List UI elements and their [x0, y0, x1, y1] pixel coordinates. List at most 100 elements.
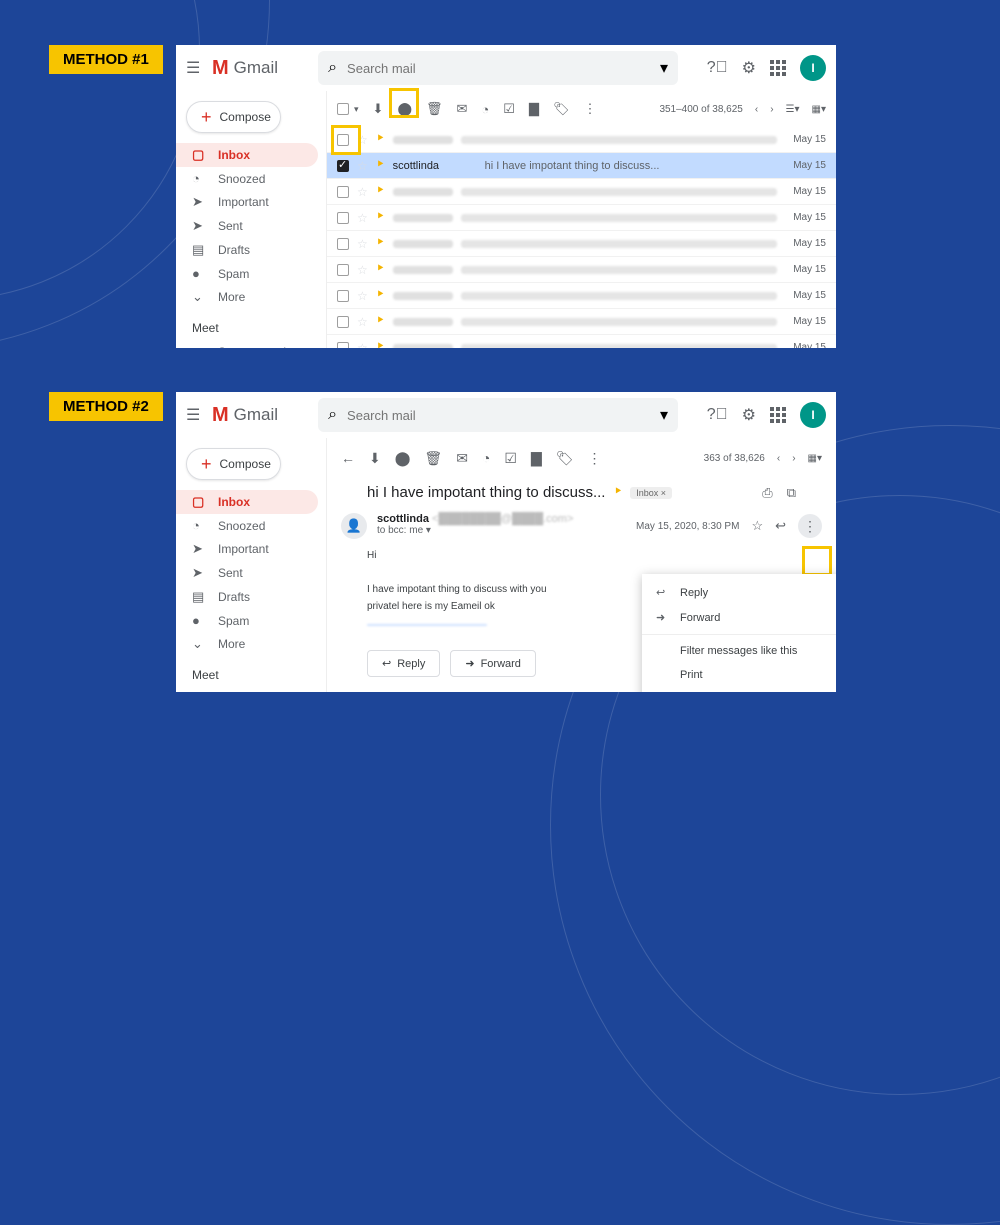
row-checkbox[interactable]: [337, 316, 349, 328]
meet-item[interactable]: ■Start a meeting: [176, 340, 318, 348]
add-task-icon[interactable]: ☑: [504, 450, 517, 467]
search-bar[interactable]: ⌕ ▾: [318, 51, 678, 85]
star-icon[interactable]: ☆: [357, 211, 368, 225]
mail-row[interactable]: ☆⯈May 15: [327, 205, 836, 231]
mark-read-icon[interactable]: ✉: [457, 101, 468, 117]
menu-item[interactable]: Add scottlinda to Contacts list: [642, 687, 836, 692]
gmail-logo[interactable]: M Gmail: [212, 57, 278, 80]
next-icon[interactable]: ›: [792, 453, 795, 464]
prev-icon[interactable]: ‹: [777, 453, 780, 464]
row-checkbox[interactable]: [337, 238, 349, 250]
important-icon[interactable]: ⯈: [613, 486, 622, 499]
row-checkbox[interactable]: [337, 342, 349, 349]
mail-row[interactable]: ☆⯈May 15: [327, 127, 836, 153]
important-icon[interactable]: ⯈: [376, 263, 385, 276]
sidebar-item-spam[interactable]: ●Spam: [176, 262, 318, 285]
move-icon[interactable]: ▇: [531, 450, 542, 467]
sidebar-item-inbox[interactable]: ▢Inbox: [176, 143, 318, 167]
support-icon[interactable]: ?⃝: [707, 59, 728, 77]
open-new-window-icon[interactable]: ⧉: [787, 485, 796, 501]
search-input[interactable]: [347, 61, 650, 76]
next-page-icon[interactable]: ›: [770, 104, 773, 115]
mail-row[interactable]: ☆⯈scottlindahi I have impotant thing to …: [327, 153, 836, 179]
more-icon[interactable]: ⋮: [588, 450, 602, 467]
to-line[interactable]: to bcc: me ▾: [377, 525, 573, 536]
star-icon[interactable]: ☆: [357, 315, 368, 329]
menu-item[interactable]: Print: [642, 663, 836, 687]
prev-page-icon[interactable]: ‹: [755, 104, 758, 115]
star-icon[interactable]: ☆: [357, 159, 368, 173]
row-checkbox[interactable]: [337, 134, 349, 146]
archive-icon[interactable]: ⬇: [369, 450, 381, 467]
star-icon[interactable]: ☆: [357, 133, 368, 147]
labels-icon[interactable]: 🏷: [556, 450, 574, 467]
sidebar-item-drafts[interactable]: ▤Drafts: [176, 585, 318, 609]
sidebar-item-more[interactable]: ⌄More: [176, 632, 318, 656]
meet-item[interactable]: ■Start a meeting: [176, 687, 318, 692]
menu-item[interactable]: ➜Forward: [642, 605, 836, 630]
sidebar-item-snoozed[interactable]: ◔Snoozed: [176, 167, 318, 190]
select-all-checkbox[interactable]: [337, 103, 349, 115]
compose-button[interactable]: + Compose: [186, 101, 281, 133]
row-checkbox[interactable]: [337, 264, 349, 276]
sidebar-item-spam[interactable]: ●Spam: [176, 609, 318, 632]
sidebar-item-inbox[interactable]: ▢Inbox: [176, 490, 318, 514]
select-dropdown-icon[interactable]: ▾: [354, 104, 359, 115]
star-icon[interactable]: ☆: [357, 341, 368, 349]
input-tools-icon[interactable]: ▦▾: [808, 453, 822, 464]
sidebar-item-important[interactable]: ➤Important: [176, 537, 318, 561]
settings-icon[interactable]: ⚙: [742, 405, 756, 425]
mail-row[interactable]: ☆⯈May 15: [327, 231, 836, 257]
dropdown-icon[interactable]: ▾: [660, 405, 668, 425]
row-checkbox[interactable]: [337, 290, 349, 302]
delete-icon[interactable]: 🗑: [426, 101, 443, 117]
support-icon[interactable]: ?⃝: [707, 406, 728, 424]
star-icon[interactable]: ☆: [357, 289, 368, 303]
mail-row[interactable]: ☆⯈May 15: [327, 257, 836, 283]
forward-button[interactable]: ➜Forward: [450, 650, 536, 677]
sidebar-item-important[interactable]: ➤Important: [176, 190, 318, 214]
menu-icon[interactable]: ☰: [186, 58, 202, 78]
report-spam-icon[interactable]: ⬤: [395, 450, 411, 467]
important-icon[interactable]: ⯈: [376, 185, 385, 198]
reply-button[interactable]: ↩Reply: [367, 650, 440, 677]
dropdown-icon[interactable]: ▾: [660, 58, 668, 78]
archive-icon[interactable]: ⬇: [373, 101, 384, 117]
important-icon[interactable]: ⯈: [376, 289, 385, 302]
menu-icon[interactable]: ☰: [186, 405, 202, 425]
sidebar-item-drafts[interactable]: ▤Drafts: [176, 238, 318, 262]
move-icon[interactable]: ▇: [529, 101, 539, 117]
sidebar-item-sent[interactable]: ➤Sent: [176, 561, 318, 585]
star-icon[interactable]: ☆: [357, 237, 368, 251]
search-bar[interactable]: ⌕ ▾: [318, 398, 678, 432]
mail-row[interactable]: ☆⯈May 15: [327, 283, 836, 309]
snooze-icon[interactable]: ◔: [482, 450, 490, 466]
add-task-icon[interactable]: ☑: [503, 101, 515, 117]
labels-icon[interactable]: 🏷: [553, 101, 570, 117]
input-tools-icon[interactable]: ▦▾: [812, 104, 826, 115]
reply-icon[interactable]: ↩: [775, 518, 786, 534]
menu-item[interactable]: Filter messages like this: [642, 639, 836, 663]
more-icon[interactable]: ⋮: [583, 101, 596, 117]
compose-button[interactable]: + Compose: [186, 448, 281, 480]
search-input[interactable]: [347, 408, 650, 423]
snooze-icon[interactable]: ◔: [481, 102, 489, 117]
account-avatar[interactable]: I: [800, 402, 826, 428]
apps-icon[interactable]: [770, 407, 786, 423]
apps-icon[interactable]: [770, 60, 786, 76]
important-icon[interactable]: ⯈: [376, 341, 385, 348]
inbox-label-chip[interactable]: Inbox ×: [630, 487, 672, 499]
mail-row[interactable]: ☆⯈May 15: [327, 309, 836, 335]
important-icon[interactable]: ⯈: [376, 159, 385, 172]
print-icon[interactable]: ⎙: [762, 485, 772, 501]
star-icon[interactable]: ☆: [751, 518, 763, 534]
star-icon[interactable]: ☆: [357, 263, 368, 277]
sidebar-item-more[interactable]: ⌄More: [176, 285, 318, 309]
sidebar-item-sent[interactable]: ➤Sent: [176, 214, 318, 238]
star-icon[interactable]: ☆: [357, 185, 368, 199]
row-checkbox[interactable]: [337, 186, 349, 198]
row-checkbox[interactable]: [337, 160, 349, 172]
settings-icon[interactable]: ⚙: [742, 58, 756, 78]
sidebar-item-snoozed[interactable]: ◔Snoozed: [176, 514, 318, 537]
mail-row[interactable]: ☆⯈May 15: [327, 179, 836, 205]
